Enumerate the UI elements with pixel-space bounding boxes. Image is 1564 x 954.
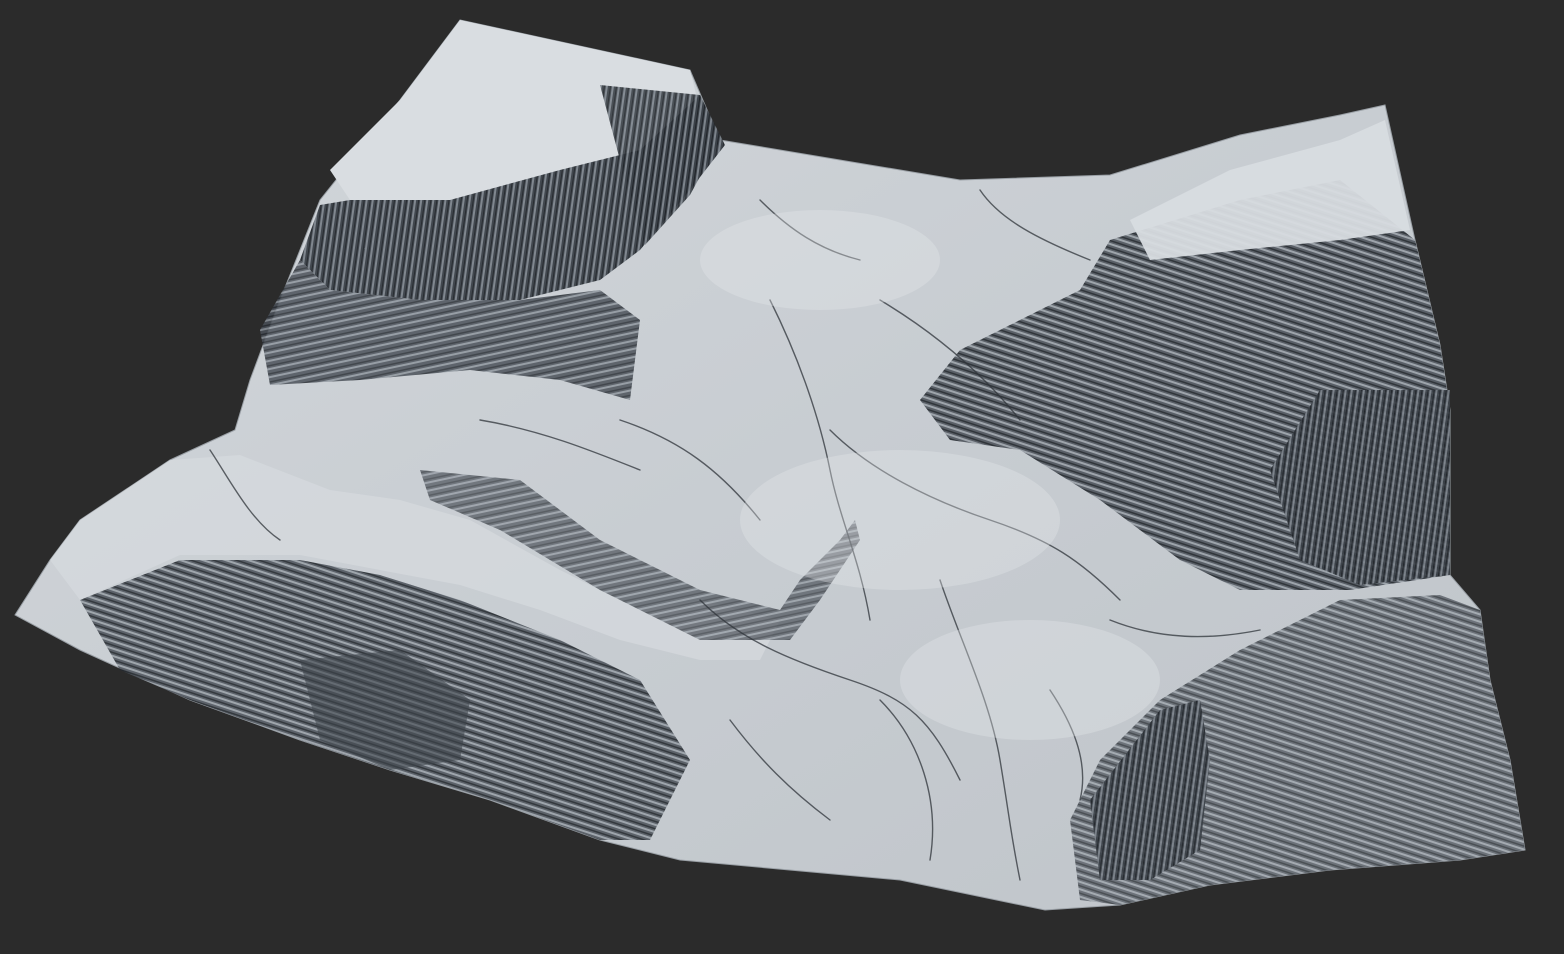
render-viewport bbox=[0, 0, 1564, 954]
terrain-render bbox=[14, 19, 1526, 911]
